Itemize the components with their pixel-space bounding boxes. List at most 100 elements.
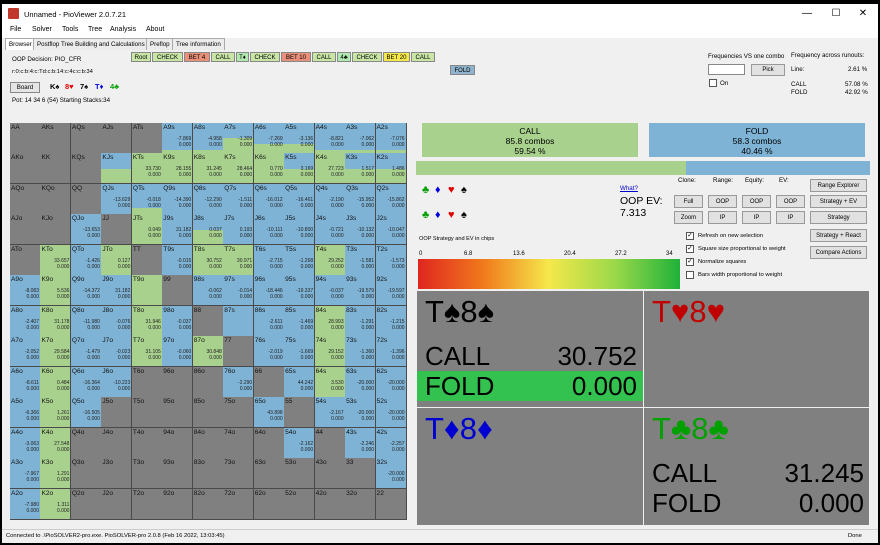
hand-cell-J9s[interactable]: J9s 31.182 0.000 (162, 214, 194, 246)
hand-cell-K9s[interactable]: K9s 28.155 0.000 (162, 153, 194, 185)
tree-node[interactable]: CALL (312, 52, 336, 62)
hand-cell-T9o[interactable]: T9o (131, 275, 163, 307)
hand-cell-T4s[interactable]: T4s 29.252 0.000 (314, 244, 346, 276)
hand-cell-84o[interactable]: 84o (192, 427, 224, 459)
hand-cell-86s[interactable]: 86s -2.611 0.000 (253, 305, 285, 337)
hand-cell-QTs[interactable]: QTs -0.018 0.000 (131, 183, 163, 215)
hand-cell-63o[interactable]: 63o (253, 458, 285, 490)
hand-cell-52s[interactable]: 52s -20.000 0.000 (375, 397, 407, 429)
hand-cell-T2o[interactable]: T2o (131, 488, 163, 520)
hand-cell-Q5o[interactable]: Q5o -16.505 0.000 (70, 397, 102, 429)
tree-node[interactable]: CHECK (152, 52, 183, 62)
hand-cell-87o[interactable]: 87o 30.848 0.000 (192, 336, 224, 368)
hand-cell-K7s[interactable]: K7s 28.464 0.000 (223, 153, 255, 185)
hand-cell-32o[interactable]: 32o (345, 488, 377, 520)
hand-cell-Q5s[interactable]: Q5s -16.461 0.000 (284, 183, 316, 215)
pick-button[interactable]: Pick (751, 64, 785, 76)
maximize-button[interactable]: ☐ (827, 7, 845, 21)
hand-cell-66[interactable]: 66 (253, 366, 285, 398)
hand-cell-J5s[interactable]: J5s -10.800 0.000 (284, 214, 316, 246)
tab-tree-information[interactable]: Tree information (172, 38, 225, 50)
range-oop-button[interactable]: OOP (708, 195, 737, 208)
hand-cell-76o[interactable]: 76o -2.290 0.000 (223, 366, 255, 398)
hand-cell-99[interactable]: 99 (162, 275, 194, 307)
hand-cell-22[interactable]: 22 (375, 488, 407, 520)
hand-cell-T3o[interactable]: T3o (131, 458, 163, 490)
hand-cell-76s[interactable]: 76s -2.019 0.000 (253, 336, 285, 368)
hand-cell-74o[interactable]: 74o (223, 427, 255, 459)
hand-cell-74s[interactable]: 74s 29.152 0.000 (314, 336, 346, 368)
hand-cell-96s[interactable]: 96s -18.446 0.000 (253, 275, 285, 307)
hand-cell-KQo[interactable]: KQo (40, 183, 72, 215)
hand-cell-A8o[interactable]: A8o -2.407 0.000 (10, 305, 41, 337)
hand-cell-J2s[interactable]: J2s -10.047 0.000 (375, 214, 407, 246)
bars-width-checkbox[interactable] (686, 271, 694, 279)
hand-cell-QQ[interactable]: QQ (70, 183, 102, 215)
hand-cell-J8s[interactable]: J8s 0.037 0.000 (192, 214, 224, 246)
hand-cell-97o[interactable]: 97o -0.060 0.000 (162, 336, 194, 368)
hand-cell-84s[interactable]: 84s 28.993 0.000 (314, 305, 346, 337)
hand-cell-KJs[interactable]: KJs (101, 153, 133, 185)
combo-quadrant-spades[interactable]: T♠8♠ CALL 30.752 FOLD 0.000 (417, 291, 643, 407)
hand-cell-J6o[interactable]: J6o -10.223 0.000 (101, 366, 133, 398)
hand-cell-86o[interactable]: 86o (192, 366, 224, 398)
hand-cell-53o[interactable]: 53o (284, 458, 316, 490)
hand-cell-K8o[interactable]: K8o 31.178 0.000 (40, 305, 72, 337)
hand-cell-Q9s[interactable]: Q9s -14.390 0.000 (162, 183, 194, 215)
hand-cell-92s[interactable]: 92s -19.597 0.000 (375, 275, 407, 307)
hand-cell-J7s[interactable]: J7s 0.193 0.000 (223, 214, 255, 246)
hand-cell-K2s[interactable]: K2s 1.486 0.000 (375, 153, 407, 185)
hand-cell-97s[interactable]: 97s -0.014 0.000 (223, 275, 255, 307)
hand-cell-95o[interactable]: 95o (162, 397, 194, 429)
hand-cell-53s[interactable]: 53s -20.000 0.000 (345, 397, 377, 429)
hand-cell-A8s[interactable]: A8s -4.958 0.000 (192, 123, 224, 154)
hand-cell-J6s[interactable]: J6s -10.111 0.000 (253, 214, 285, 246)
menu-tree[interactable]: Tree (88, 26, 102, 33)
hand-cell-K3s[interactable]: K3s 1.517 0.000 (345, 153, 377, 185)
hand-cell-K3o[interactable]: K3o 1.291 0.000 (40, 458, 72, 490)
hand-cell-65s[interactable]: 65s 44.242 0.000 (284, 366, 316, 398)
tree-node[interactable]: T♦ (236, 52, 249, 62)
suit-filter-icon[interactable]: ♠ (461, 184, 467, 196)
equity-ip-button[interactable]: IP (742, 211, 771, 224)
hand-cell-83s[interactable]: 83s -1.291 0.000 (345, 305, 377, 337)
hand-cell-A7o[interactable]: A7o -2.052 0.000 (10, 336, 41, 368)
hand-cell-85s[interactable]: 85s -1.469 0.000 (284, 305, 316, 337)
equity-oop-button[interactable]: OOP (742, 195, 771, 208)
hand-cell-T6o[interactable]: T6o (131, 366, 163, 398)
hand-cell-T5s[interactable]: T5s -1.268 0.000 (284, 244, 316, 276)
hand-cell-A3s[interactable]: A3s -7.062 0.000 (345, 123, 377, 154)
hand-cell-K7o[interactable]: K7o 29.584 0.000 (40, 336, 72, 368)
hand-cell-AA[interactable]: AA (10, 123, 41, 154)
hand-cell-Q4o[interactable]: Q4o (70, 427, 102, 459)
hand-cell-Q4s[interactable]: Q4s -2.190 0.000 (314, 183, 346, 215)
hand-cell-A9o[interactable]: A9o -8.083 0.000 (10, 275, 41, 307)
hand-cell-77[interactable]: 77 (223, 336, 255, 368)
hand-cell-Q6s[interactable]: Q6s -16.012 0.000 (253, 183, 285, 215)
hand-cell-AQs[interactable]: AQs (70, 123, 102, 154)
hand-cell-AQo[interactable]: AQo (10, 183, 41, 215)
hand-cell-Q7o[interactable]: Q7o -1.479 0.000 (70, 336, 102, 368)
suit-filter-icon[interactable]: ♥ (448, 209, 455, 221)
hand-cell-J9o[interactable]: J9o 31.182 0.000 (101, 275, 133, 307)
hand-cell-K8s[interactable]: K8s 31.245 0.000 (192, 153, 224, 185)
zoom-button[interactable]: Zoom (674, 211, 703, 224)
hand-cell-T7s[interactable]: T7s 30.971 0.000 (223, 244, 255, 276)
tree-node-fold[interactable]: FOLD (450, 65, 475, 75)
hand-cell-54o[interactable]: 54o -2.162 0.000 (284, 427, 316, 459)
hand-cell-62o[interactable]: 62o (253, 488, 285, 520)
menu-analysis[interactable]: Analysis (110, 26, 136, 33)
hand-cell-J7o[interactable]: J7o -0.023 0.000 (101, 336, 133, 368)
hand-cell-J4o[interactable]: J4o (101, 427, 133, 459)
hand-cell-43o[interactable]: 43o (314, 458, 346, 490)
tab-browser[interactable]: Browser (5, 38, 36, 50)
hand-cell-Q8o[interactable]: Q8o -11.980 0.000 (70, 305, 102, 337)
tree-node[interactable]: BET 4 (184, 52, 210, 62)
hand-cell-A6o[interactable]: A6o -8.611 0.000 (10, 366, 41, 398)
hand-cell-82s[interactable]: 82s -1.215 0.000 (375, 305, 407, 337)
hand-cell-A2o[interactable]: A2o -7.980 0.000 (10, 488, 41, 520)
call-summary[interactable]: CALL 85.8 combos 59.54 % (422, 123, 638, 157)
hand-cell-KQs[interactable]: KQs (70, 153, 102, 185)
hand-cell-T4o[interactable]: T4o (131, 427, 163, 459)
hand-cell-85o[interactable]: 85o (192, 397, 224, 429)
